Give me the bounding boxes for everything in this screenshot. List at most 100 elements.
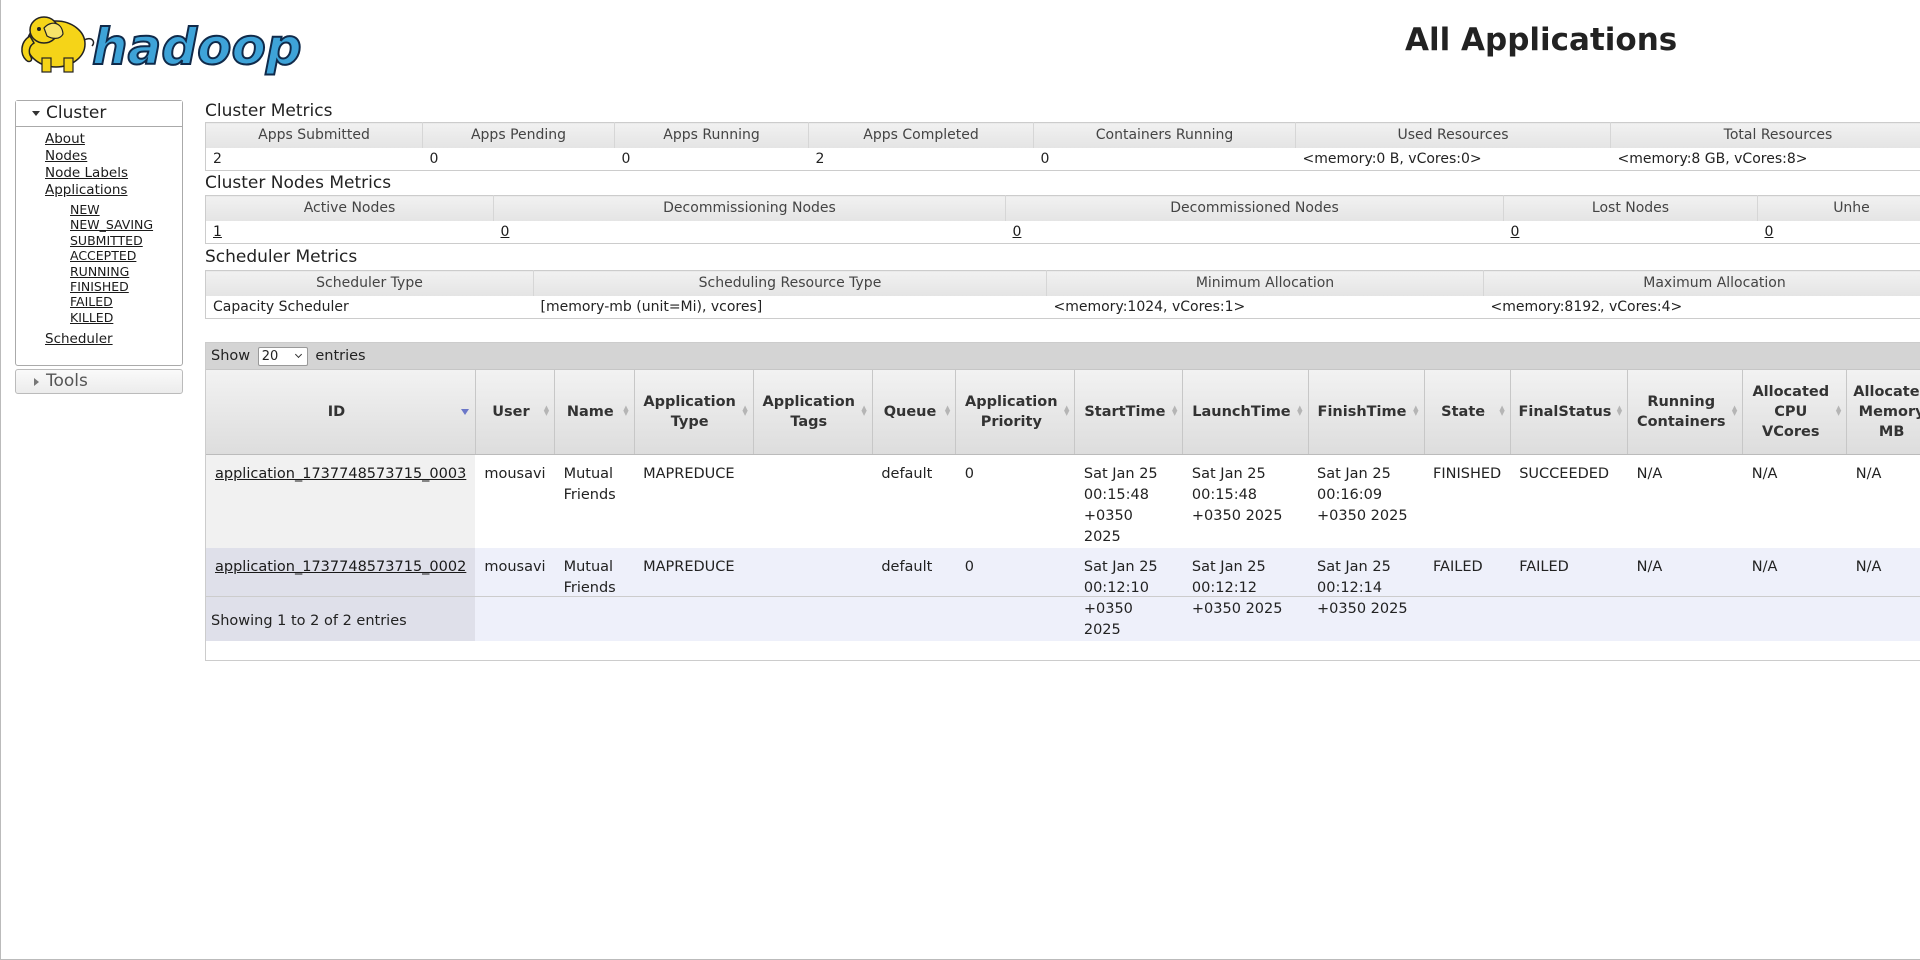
apps-length-toolbar: Show 20 entries [206, 343, 1920, 370]
col-header-name[interactable]: Name ▲ ▼ [554, 370, 635, 455]
app-state-submitted[interactable]: SUBMITTED [70, 233, 182, 248]
col-header-name-label: Name [566, 403, 614, 420]
nodes-active-cell: 1 [205, 220, 494, 244]
col-header-user[interactable]: User ▲ ▼ [475, 370, 556, 455]
app-state-new-saving[interactable]: NEW_SAVING [70, 217, 182, 232]
app-state-new[interactable]: NEW [70, 202, 182, 217]
nodes-metrics-value-row: 1 0 0 0 0 [205, 220, 1920, 244]
col-header-running-containers-label: Running Containers [1636, 393, 1726, 430]
applications-table: ID User ▲ ▼ Name ▲ ▼ Application Type ▲ ▼ Appl… [206, 370, 1920, 641]
app-finish-time: Sat Jan 25 00:16:09 +0350 2025 [1308, 454, 1425, 548]
app-type: MAPREDUCE [634, 454, 754, 548]
col-header-app-tags[interactable]: Application Tags ▲ ▼ [753, 370, 873, 455]
col-header-start-time-label: StartTime [1084, 403, 1166, 420]
caret-down-icon [32, 111, 40, 116]
cluster-metrics-value-row: 2 0 0 2 0 <memory:0 B, vCores:0> <memory… [205, 147, 1920, 171]
sidebar-link-scheduler[interactable]: Scheduler [45, 331, 182, 348]
col-header-id[interactable]: ID [206, 370, 476, 455]
sort-icon: ▲ ▼ [1297, 404, 1303, 417]
nodes-metrics-title: Cluster Nodes Metrics [205, 173, 392, 193]
sidebar-tools-label: Tools [46, 371, 88, 391]
app-state-finished[interactable]: FINISHED [70, 279, 182, 294]
metric-header-used-resources: Used Resources [1295, 122, 1611, 148]
sidebar-link-node-labels[interactable]: Node Labels [45, 165, 182, 182]
metric-apps-running: 0 [614, 147, 809, 171]
nodes-lost-link[interactable]: 0 [1511, 224, 1520, 240]
col-header-final-status-label: FinalStatus [1518, 403, 1612, 420]
col-header-memory-mb[interactable]: Allocated Memory MB▲▼ [1846, 370, 1920, 455]
scheduler-metrics-table: Scheduler Type Scheduling Resource Type … [205, 270, 1920, 319]
app-queue: default [872, 547, 956, 641]
sort-icon: ▲ ▼ [742, 404, 748, 417]
nodes-unhealthy-link[interactable]: 0 [1765, 224, 1774, 240]
nodes-decommissioned-link[interactable]: 0 [1013, 224, 1022, 240]
metric-header-apps-submitted: Apps Submitted [205, 122, 423, 148]
metrics-area: Cluster Metrics Apps Submitted Apps Pend… [205, 100, 1920, 319]
app-tags [753, 454, 873, 548]
app-start-time: Sat Jan 25 00:15:48 +0350 2025 [1074, 454, 1183, 548]
metric-header-apps-running: Apps Running [614, 122, 809, 148]
caret-right-icon [34, 378, 39, 386]
nodes-metrics-table: Active Nodes Decommissioning Nodes Decom… [205, 195, 1920, 244]
sidebar-link-nodes[interactable]: Nodes [45, 148, 182, 165]
page-size-select[interactable]: 20 [257, 346, 308, 366]
cluster-metrics-table: Apps Submitted Apps Pending Apps Running… [205, 122, 1920, 171]
app-id-link[interactable]: application_1737748573715_0002 [215, 559, 466, 575]
app-id-link[interactable]: application_1737748573715_0003 [215, 466, 466, 482]
nodes-decommissioning-link[interactable]: 0 [501, 224, 510, 240]
col-header-app-type[interactable]: Application Type ▲ ▼ [634, 370, 754, 455]
table-row: application_1737748573715_0002 mousavi M… [206, 547, 1920, 641]
col-header-start-time[interactable]: StartTime ▲ ▼ [1074, 370, 1184, 455]
col-header-final-status[interactable]: FinalStatus ▲ ▼ [1510, 370, 1629, 455]
hadoop-logo: hadoop [21, 16, 303, 77]
sidebar-link-applications[interactable]: Applications [45, 182, 182, 199]
app-user: mousavi [475, 547, 555, 641]
col-header-state[interactable]: State ▲ ▼ [1424, 370, 1511, 455]
page-size-value: 20 [261, 348, 279, 364]
app-tags [753, 547, 873, 641]
app-state-list: NEW NEW_SAVING SUBMITTED ACCEPTED RUNNIN… [16, 199, 182, 331]
app-launch-time: Sat Jan 25 00:15:48 +0350 2025 [1182, 454, 1308, 548]
nodes-lost-cell: 0 [1503, 220, 1758, 244]
sidebar-cluster-header[interactable]: Cluster [16, 101, 182, 127]
sort-icon: ▲ ▼ [543, 404, 550, 417]
app-state-killed[interactable]: KILLED [70, 310, 182, 325]
col-header-queue[interactable]: Queue ▲ ▼ [872, 370, 957, 455]
col-header-running-containers[interactable]: Running Containers ▲ ▼ [1627, 370, 1744, 455]
app-running-containers: N/A [1627, 547, 1743, 641]
sort-icon: ▲ ▼ [1731, 404, 1738, 417]
col-header-launch-time[interactable]: LaunchTime ▲ ▼ [1182, 370, 1309, 455]
app-cpu-vcores: N/A [1742, 454, 1847, 548]
app-name: Mutual Friends [554, 547, 635, 641]
nodes-header-decommissioning: Decommissioning Nodes [493, 195, 1006, 221]
nodes-header-lost: Lost Nodes [1503, 195, 1758, 221]
col-header-queue-label: Queue [883, 403, 937, 420]
sidebar-tools-header[interactable]: Tools [15, 369, 183, 394]
app-launch-time: Sat Jan 25 00:12:12 +0350 2025 [1182, 547, 1308, 641]
col-header-memory-mb-label: Allocated Memory MB [1853, 383, 1920, 440]
sort-icon: ▲ ▼ [1413, 404, 1419, 417]
col-header-finish-time[interactable]: FinishTime ▲ ▼ [1308, 370, 1425, 455]
app-state-running[interactable]: RUNNING [70, 264, 182, 279]
cluster-metrics-header-row: Apps Submitted Apps Pending Apps Running… [205, 122, 1920, 148]
col-header-cpu-vcores[interactable]: Allocated CPU VCores ▲ ▼ [1742, 370, 1848, 455]
app-state: FINISHED [1424, 454, 1511, 548]
table-row: application_1737748573715_0003 mousavi M… [206, 454, 1920, 548]
logo-wordmark: hadoop [92, 18, 302, 76]
scheduler-header-min-allocation: Minimum Allocation [1046, 270, 1484, 296]
app-priority: 0 [955, 454, 1075, 548]
metric-used-resources: <memory:0 B, vCores:0> [1295, 147, 1611, 171]
nodes-active-link[interactable]: 1 [213, 224, 222, 240]
app-priority: 0 [955, 547, 1075, 641]
col-header-priority[interactable]: Application Priority ▲ ▼ [955, 370, 1076, 455]
scheduler-resource-type: [memory-mb (unit=Mi), vcores] [533, 295, 1047, 319]
nodes-decommissioned-cell: 0 [1005, 220, 1504, 244]
app-state-failed[interactable]: FAILED [70, 294, 182, 309]
app-final-status: SUCCEEDED [1510, 454, 1628, 548]
app-state-accepted[interactable]: ACCEPTED [70, 248, 182, 263]
sidebar-link-about[interactable]: About [45, 131, 182, 148]
col-header-cpu-vcores-label: Allocated CPU VCores [1752, 383, 1830, 440]
app-memory-mb: N/A [1846, 454, 1920, 548]
nodes-header-unhealthy: Unhe [1757, 195, 1920, 221]
cluster-metrics-title: Cluster Metrics [205, 101, 333, 121]
